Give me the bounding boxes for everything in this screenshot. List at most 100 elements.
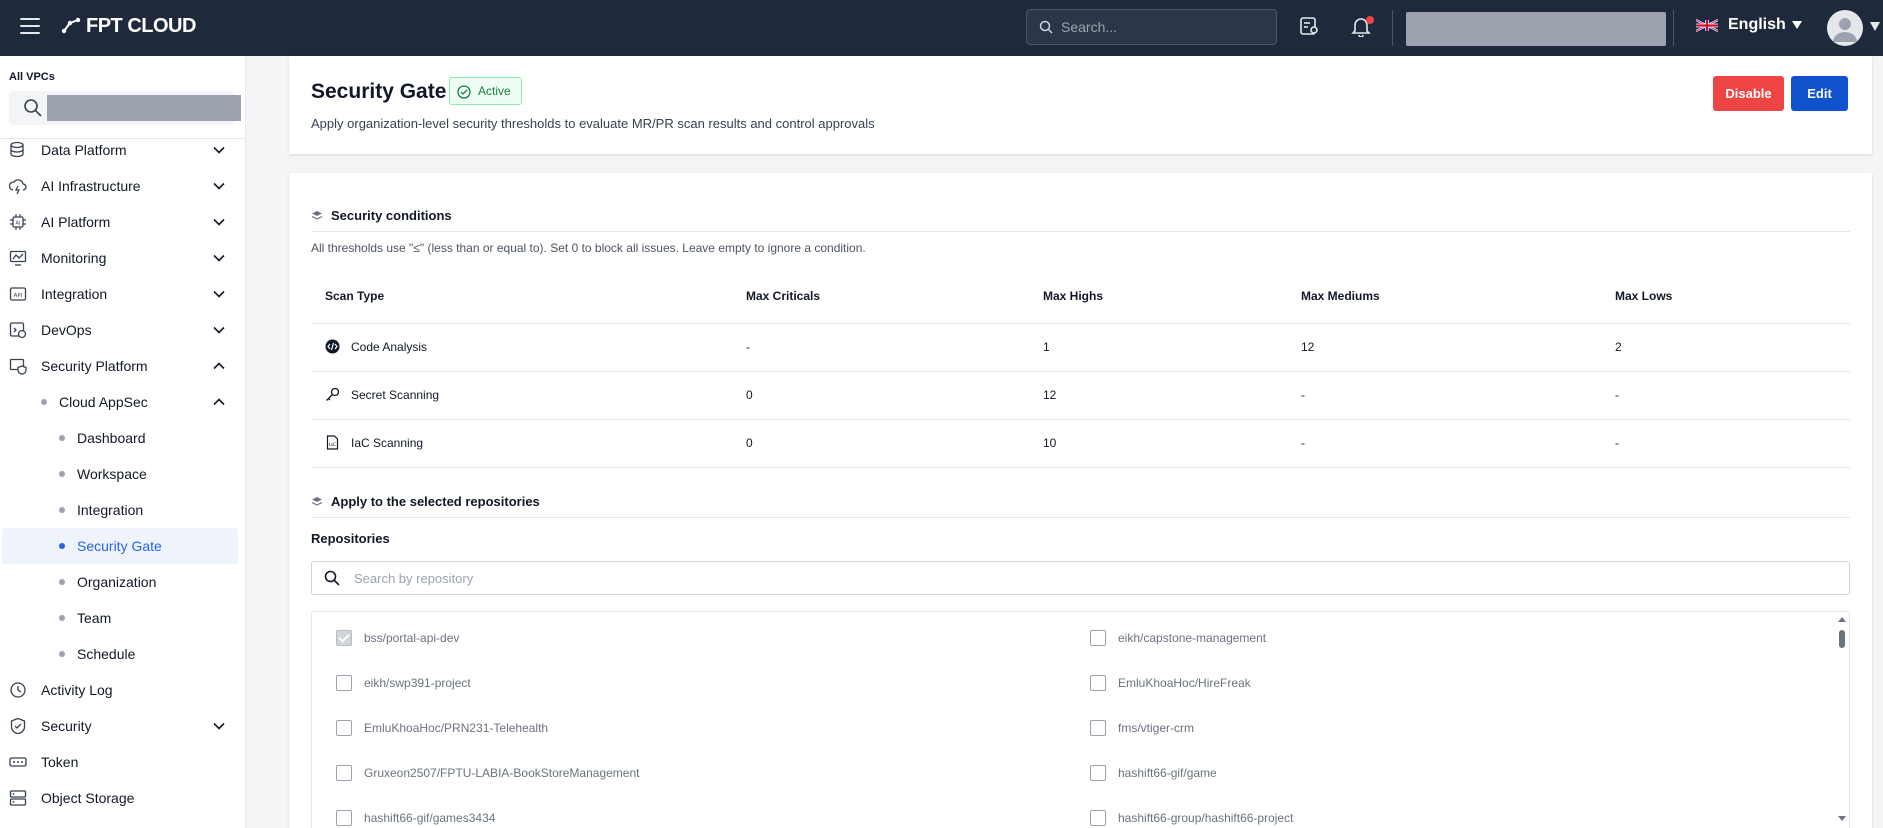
- repository-checkbox[interactable]: fms/vtiger-crm: [1090, 716, 1194, 740]
- max-highs: 10: [1043, 436, 1057, 450]
- repository-name: fms/vtiger-crm: [1118, 721, 1194, 735]
- checkbox[interactable]: [336, 810, 352, 826]
- sidebar-item-dashboard[interactable]: Dashboard: [0, 420, 246, 456]
- max-criticals: 0: [746, 388, 753, 402]
- max-lows: -: [1615, 436, 1619, 450]
- max-criticals: -: [746, 340, 750, 354]
- topbar-divider: [1673, 10, 1674, 46]
- caret-down-icon: [1791, 21, 1802, 29]
- sidebar-item-activity-log[interactable]: Activity Log: [0, 672, 246, 708]
- svg-text:AI: AI: [16, 221, 21, 227]
- repository-checkbox[interactable]: hashift66-gif/game: [1090, 761, 1217, 785]
- repository-search[interactable]: [311, 561, 1850, 595]
- section-divider: [311, 517, 1850, 518]
- section-heading-repositories: Apply to the selected repositories: [311, 494, 540, 509]
- global-search[interactable]: [1026, 9, 1277, 45]
- bullet-icon: [59, 471, 65, 477]
- sidebar-item-devops[interactable]: DevOps: [0, 312, 246, 348]
- repository-checkbox[interactable]: hashift66-gif/games3434: [336, 806, 495, 828]
- vpc-search[interactable]: [9, 91, 241, 125]
- sidebar-item-object-storage[interactable]: Object Storage: [0, 780, 246, 816]
- disable-button[interactable]: Disable: [1713, 76, 1784, 111]
- api-icon: API: [9, 287, 27, 301]
- checkbox-checked[interactable]: [336, 630, 352, 646]
- table-row: IaC IaC Scanning 0 10 - -: [311, 419, 1850, 467]
- notification-badge: [1366, 16, 1374, 24]
- repository-search-input[interactable]: [354, 570, 1754, 586]
- checkbox[interactable]: [1090, 720, 1106, 736]
- sidebar-item-ai-platform[interactable]: AI AI Platform: [0, 204, 246, 240]
- database-icon: [10, 141, 24, 158]
- max-mediums: -: [1301, 436, 1305, 450]
- repository-checkbox[interactable]: EmluKhoaHoc/HireFreak: [1090, 671, 1251, 695]
- sidebar-item-schedule[interactable]: Schedule: [0, 636, 246, 672]
- repository-checkbox[interactable]: eikh/swp391-project: [336, 671, 471, 695]
- repository-name: hashift66-gif/games3434: [364, 811, 496, 825]
- checkbox[interactable]: [336, 720, 352, 736]
- logo-icon: [61, 17, 81, 33]
- column-header: Max Highs: [1043, 289, 1104, 303]
- repository-checkbox[interactable]: hashift66-group/hashift66-project: [1090, 806, 1293, 828]
- repository-list[interactable]: bss/portal-api-dev eikh/swp391-project E…: [311, 611, 1850, 828]
- repository-checkbox[interactable]: Gruxeon2507/FPTU-LABIA-BookStoreManageme…: [336, 761, 639, 785]
- global-search-input[interactable]: [1061, 19, 1261, 35]
- repository-name: EmluKhoaHoc/HireFreak: [1118, 676, 1251, 690]
- repository-checkbox[interactable]: bss/portal-api-dev: [336, 626, 459, 650]
- max-criticals: 0: [746, 436, 753, 450]
- sidebar-item-label: Token: [41, 754, 79, 770]
- sidebar-item-security-gate[interactable]: Security Gate: [2, 528, 238, 564]
- bullet-icon: [59, 507, 65, 513]
- repository-name: EmluKhoaHoc/PRN231-Telehealth: [364, 721, 549, 735]
- brand-logo[interactable]: FPT CLOUD: [60, 15, 196, 38]
- status-badge: Active: [449, 77, 522, 105]
- table-bottom-border: [311, 467, 1850, 468]
- sidebar-item-cloud-appsec[interactable]: Cloud AppSec: [0, 384, 246, 420]
- chevron-up-icon: [213, 398, 225, 406]
- gate-config-card: Security conditions All thresholds use "…: [289, 173, 1872, 828]
- edit-button[interactable]: Edit: [1791, 76, 1848, 111]
- account-selector[interactable]: [1406, 12, 1666, 46]
- sidebar-item-appsec-integration[interactable]: Integration: [0, 492, 246, 528]
- vpc-search-value[interactable]: [47, 95, 241, 121]
- sidebar-item-security-platform[interactable]: Security Platform: [0, 348, 246, 384]
- checkbox[interactable]: [336, 765, 352, 781]
- repository-checkbox[interactable]: EmluKhoaHoc/PRN231-Telehealth: [336, 716, 548, 740]
- search-icon: [324, 570, 340, 586]
- sidebar-item-integration[interactable]: API Integration: [0, 276, 246, 312]
- sidebar-item-team[interactable]: Team: [0, 600, 246, 636]
- repository-name: hashift66-gif/game: [1118, 766, 1217, 780]
- sidebar-item-monitoring[interactable]: Monitoring: [0, 240, 246, 276]
- sidebar-item-security[interactable]: Security: [0, 708, 246, 744]
- sidebar-item-token[interactable]: Token: [0, 744, 246, 780]
- scan-type: Secret Scanning: [351, 388, 440, 402]
- uk-flag-icon: [1696, 18, 1718, 32]
- sidebar-item-workspace[interactable]: Workspace: [0, 456, 246, 492]
- checkbox[interactable]: [336, 675, 352, 691]
- sidebar-item-label: DevOps: [41, 322, 92, 338]
- checkbox[interactable]: [1090, 630, 1106, 646]
- conditions-note: All thresholds use "≤" (less than or equ…: [311, 241, 866, 255]
- repositories-label: Repositories: [311, 531, 390, 546]
- language-selector[interactable]: English: [1696, 16, 1803, 34]
- checkbox[interactable]: [1090, 675, 1106, 691]
- checkbox[interactable]: [1090, 810, 1106, 826]
- notification-bell-icon[interactable]: [1350, 15, 1374, 39]
- storage-icon: [9, 790, 27, 806]
- vertical-scrollbar-thumb[interactable]: [1839, 630, 1845, 648]
- sidebar-item-label: Dashboard: [77, 430, 146, 446]
- page-description: Apply organization-level security thresh…: [311, 116, 875, 131]
- sidebar-item-data-platform[interactable]: Data Platform: [0, 132, 246, 168]
- avatar-caret-icon[interactable]: [1870, 22, 1880, 31]
- repository-checkbox[interactable]: eikh/capstone-management: [1090, 626, 1266, 650]
- checkbox[interactable]: [1090, 765, 1106, 781]
- menu-icon[interactable]: [20, 18, 40, 36]
- security-platform-icon: [9, 358, 27, 375]
- sidebar-item-label: AI Platform: [41, 214, 111, 230]
- sidebar-item-label: Activity Log: [41, 682, 113, 698]
- sidebar-item-ai-infrastructure[interactable]: AI Infrastructure: [0, 168, 246, 204]
- clipboard-user-icon[interactable]: [1298, 15, 1322, 39]
- sidebar-item-label: Object Storage: [41, 790, 135, 806]
- user-avatar[interactable]: [1827, 10, 1863, 46]
- status-text: Active: [478, 84, 511, 98]
- sidebar-item-organization[interactable]: Organization: [0, 564, 246, 600]
